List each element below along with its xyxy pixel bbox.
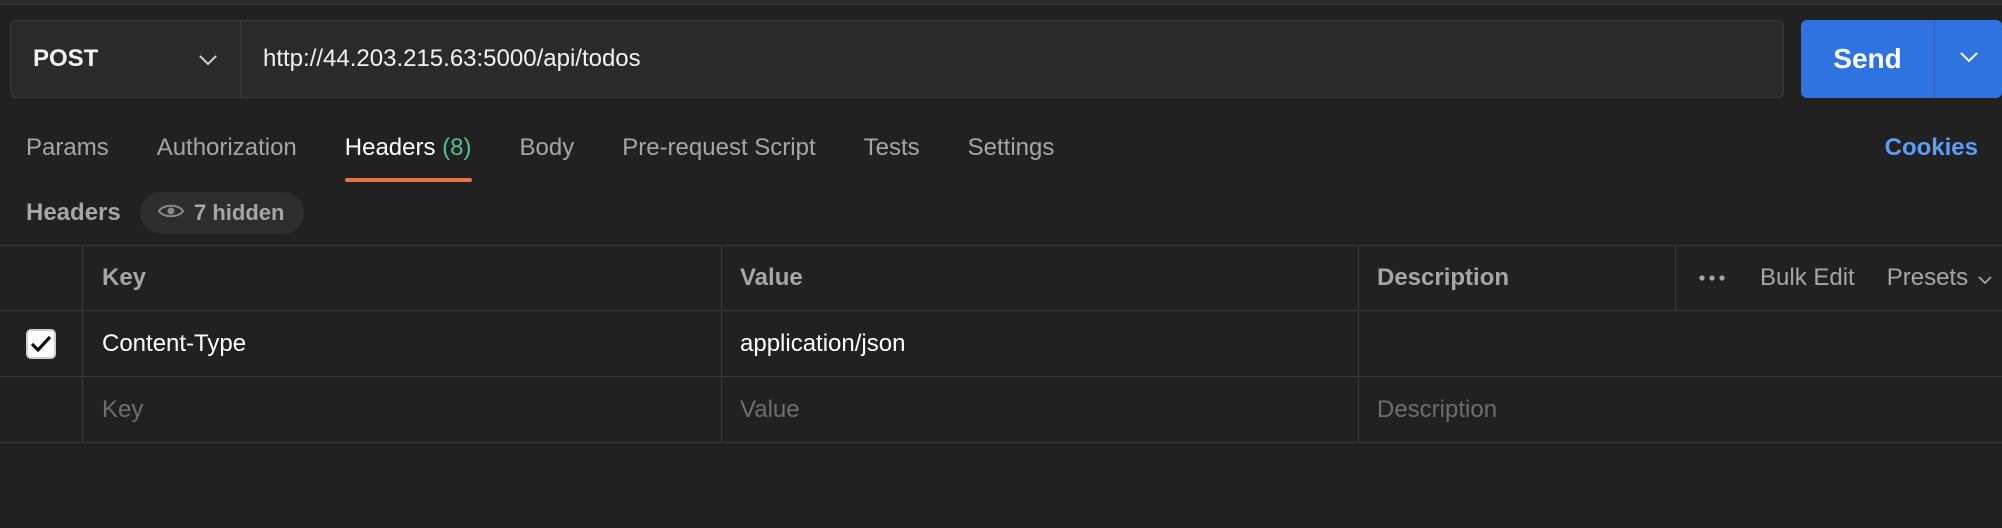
method-select[interactable]: POST	[11, 21, 241, 97]
new-description-input[interactable]: Description	[1359, 377, 1676, 442]
row-select-cell	[0, 377, 83, 442]
tab-settings[interactable]: Settings	[968, 130, 1055, 182]
headers-table: Key Value Description Bulk Edit Presets …	[0, 245, 2002, 443]
url-input[interactable]: http://44.203.215.63:5000/api/todos	[241, 21, 1783, 97]
tab-params[interactable]: Params	[26, 130, 109, 182]
key-column-header: Key	[83, 246, 722, 310]
tab-label: Authorization	[156, 134, 297, 161]
tab-label: Settings	[967, 134, 1055, 161]
tab-label: Body	[519, 134, 575, 161]
more-horizontal-icon[interactable]	[1698, 275, 1726, 281]
send-button-group: Send	[1801, 20, 2002, 98]
tab-label: Params	[26, 134, 109, 161]
tab-label: Pre-request Script	[622, 134, 816, 161]
chevron-down-icon	[198, 45, 218, 73]
new-key-input[interactable]: Key	[83, 377, 722, 442]
eye-icon	[157, 200, 185, 226]
headers-section-title: Headers	[26, 199, 121, 226]
tab-pre-request-script[interactable]: Pre-request Script	[622, 130, 815, 182]
top-divider	[0, 0, 2002, 5]
chevron-down-icon	[1978, 264, 1992, 292]
description-column-header: Description	[1359, 246, 1676, 310]
headers-count: (8)	[442, 134, 472, 161]
tab-authorization[interactable]: Authorization	[157, 130, 297, 182]
checkmark-icon	[30, 335, 52, 352]
send-options-button[interactable]	[1935, 20, 2002, 98]
method-label: POST	[33, 45, 99, 72]
select-column-header	[0, 246, 83, 310]
tab-tests[interactable]: Tests	[864, 130, 920, 182]
table-row: Content-Type application/json	[0, 311, 2002, 377]
table-row-new: Key Value Description	[0, 377, 2002, 443]
bulk-edit-button[interactable]: Bulk Edit	[1760, 264, 1855, 292]
send-button[interactable]: Send	[1801, 20, 1935, 98]
tab-label: Tests	[863, 134, 920, 161]
header-key-cell[interactable]: Content-Type	[83, 311, 722, 376]
url-text: http://44.203.215.63:5000/api/todos	[263, 45, 641, 72]
tab-headers[interactable]: Headers (8)	[344, 130, 472, 182]
hidden-headers-toggle[interactable]: 7 hidden	[140, 192, 305, 234]
presets-dropdown[interactable]: Presets	[1887, 264, 1992, 292]
request-tabs: Params Authorization Headers (8) Body Pr…	[26, 130, 1102, 182]
value-column-header: Value	[722, 246, 1359, 310]
tab-body[interactable]: Body	[520, 130, 575, 182]
header-value-cell[interactable]: application/json	[722, 311, 1359, 376]
header-description-cell[interactable]	[1359, 311, 1676, 376]
request-bar: POST http://44.203.215.63:5000/api/todos	[10, 20, 1784, 98]
new-value-input[interactable]: Value	[722, 377, 1359, 442]
presets-label: Presets	[1886, 264, 1969, 291]
cookies-link[interactable]: Cookies	[1885, 130, 1978, 166]
hidden-count-label: 7 hidden	[194, 200, 285, 225]
row-checkbox[interactable]	[26, 328, 56, 359]
chevron-down-icon	[1959, 50, 1979, 68]
row-select-cell	[0, 311, 83, 376]
table-actions: Bulk Edit Presets	[1676, 246, 2002, 310]
tab-label: Headers	[344, 134, 436, 161]
table-header-row: Key Value Description Bulk Edit Presets	[0, 245, 2002, 311]
